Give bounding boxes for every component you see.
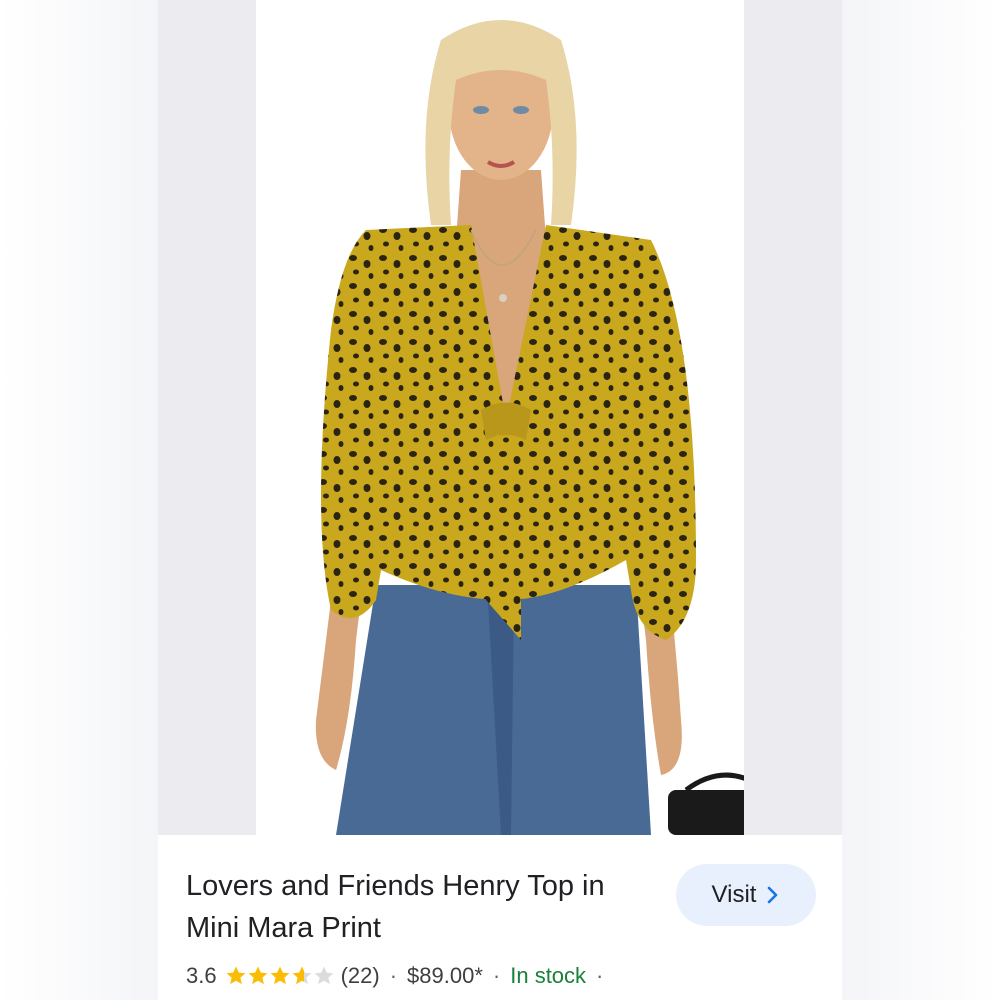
product-card[interactable]: Lovers and Friends Henry Top in Mini Mar… bbox=[158, 0, 842, 1000]
product-info: Lovers and Friends Henry Top in Mini Mar… bbox=[158, 835, 842, 1000]
price: $89.00* bbox=[407, 963, 483, 988]
product-image-frame[interactable] bbox=[158, 0, 842, 835]
rating-value: 3.6 bbox=[186, 963, 217, 988]
product-photo[interactable] bbox=[256, 0, 744, 835]
visit-button-label: Visit bbox=[711, 881, 757, 908]
visit-button[interactable]: Visit bbox=[676, 864, 816, 926]
star-icon bbox=[270, 966, 289, 985]
model-illustration bbox=[256, 0, 744, 835]
backdrop-left bbox=[0, 0, 158, 1000]
rating-stars bbox=[225, 965, 335, 987]
star-icon bbox=[226, 966, 245, 985]
image-gutter-left bbox=[158, 0, 256, 835]
separator-dot: · bbox=[389, 963, 398, 988]
availability-status: In stock bbox=[510, 963, 587, 988]
backdrop-right bbox=[842, 0, 1000, 1000]
chevron-right-icon bbox=[768, 886, 778, 904]
review-count[interactable]: (22) bbox=[341, 963, 380, 989]
image-gutter-right bbox=[744, 0, 842, 835]
separator-dot: · bbox=[596, 963, 604, 988]
product-meta-row: 3.6 (22) · $89.00* · In stock · bbox=[186, 963, 613, 989]
star-icon bbox=[248, 966, 267, 985]
star-icon bbox=[292, 966, 311, 985]
separator-dot: · bbox=[492, 963, 501, 988]
product-title[interactable]: Lovers and Friends Henry Top in Mini Mar… bbox=[186, 865, 646, 949]
star-icon bbox=[314, 966, 333, 985]
